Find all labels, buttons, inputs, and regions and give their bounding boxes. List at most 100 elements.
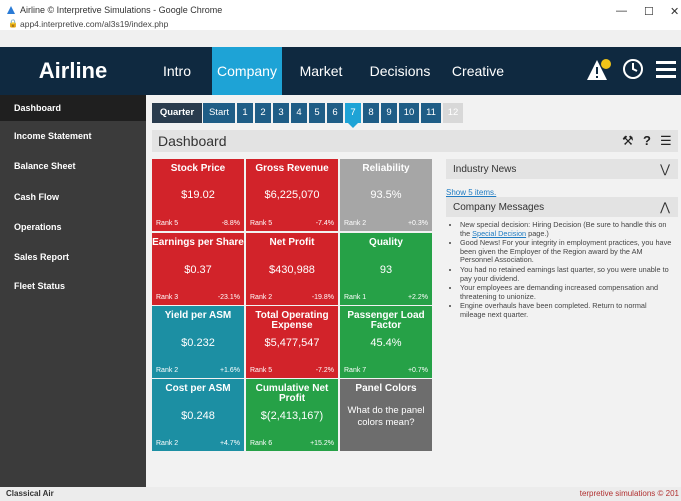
industry-news-header[interactable]: Industry News ⋁	[446, 159, 678, 179]
tile-value: $5,477,547	[264, 337, 320, 349]
sidebar-item-operations[interactable]: Operations	[0, 214, 146, 240]
tools-icon[interactable]: ⚒	[622, 133, 634, 149]
main-content: Quarter Start 1 2 3 4 5 6 7 8 9 10 11 12…	[146, 95, 681, 487]
tile-value: $(2,413,167)	[260, 410, 324, 422]
industry-news-title: Industry News	[453, 164, 517, 175]
quarter-button-10[interactable]: 10	[399, 103, 419, 123]
tile-cumulative-net-profit[interactable]: Cumulative Net Profit $(2,413,167) Rank …	[246, 379, 338, 451]
quarter-button-2[interactable]: 2	[255, 103, 271, 123]
page-title: Dashboard	[158, 133, 227, 149]
special-decision-link[interactable]: Special Decision	[472, 229, 526, 238]
tile-title: Cost per ASM	[165, 383, 231, 394]
quarter-button-7[interactable]: 7	[345, 103, 361, 123]
tile-title: Passenger Load Factor	[347, 310, 425, 331]
tile-change: -19.8%	[311, 294, 334, 301]
quarter-button-1[interactable]: 1	[237, 103, 253, 123]
tile-yield-per-asm[interactable]: Yield per ASM $0.232 Rank 2 +1.6%	[152, 306, 244, 378]
quarter-button-8[interactable]: 8	[363, 103, 379, 123]
maximize-icon[interactable]: ☐	[644, 5, 654, 18]
tile-reliability[interactable]: Reliability 93.5% Rank 2 +0.3%	[340, 159, 432, 231]
quarter-button-4[interactable]: 4	[291, 103, 307, 123]
tile-value: $0.232	[181, 337, 215, 349]
tile-rank: Rank 2	[156, 440, 179, 447]
window-title: Airline © Interpretive Simulations - Goo…	[20, 5, 223, 15]
app-header: Airline Intro Company Market Decisions C…	[0, 47, 681, 95]
status-bar: Classical Air terpretive simulations © 2…	[0, 487, 681, 501]
sidebar-item-fleet-status[interactable]: Fleet Status	[0, 273, 146, 299]
tile-change: +2.2%	[407, 294, 428, 301]
tile-value: $6,225,070	[264, 189, 320, 201]
list-menu-icon[interactable]: ☰	[660, 133, 672, 149]
quarter-button-5[interactable]: 5	[309, 103, 325, 123]
nav-creative[interactable]: Creative	[442, 47, 514, 95]
tile-change: -8.8%	[221, 220, 240, 227]
help-icon[interactable]: ?	[643, 133, 651, 148]
tile-panel-colors[interactable]: Panel Colors What do the panel colors me…	[340, 379, 432, 451]
tile-stock-price[interactable]: Stock Price $19.02 Rank 5 -8.8%	[152, 159, 244, 231]
chevron-double-down-icon[interactable]: ⋁	[660, 162, 670, 176]
chevron-double-up-icon[interactable]: ⋀	[660, 200, 670, 214]
tile-rank: Rank 7	[344, 367, 367, 374]
quarter-button-3[interactable]: 3	[273, 103, 289, 123]
tile-value: 45.4%	[370, 337, 402, 349]
tile-rank: Rank 6	[250, 440, 273, 447]
tile-value: $0.248	[181, 410, 215, 422]
nav-decisions[interactable]: Decisions	[360, 47, 440, 95]
tile-quality[interactable]: Quality 93 Rank 1 +2.2%	[340, 233, 432, 305]
tile-title: Net Profit	[269, 237, 315, 248]
tile-rank: Rank 5	[250, 220, 273, 227]
tile-change: +0.7%	[407, 367, 428, 374]
quarter-label: Quarter	[152, 103, 202, 123]
tile-title: Panel Colors	[355, 383, 417, 394]
tile-title: Quality	[369, 237, 403, 248]
tile-net-profit[interactable]: Net Profit $430,988 Rank 2 -19.8%	[246, 233, 338, 305]
history-icon[interactable]	[621, 57, 645, 87]
message-item: Your employees are demanding increased c…	[460, 283, 674, 301]
tile-change: +4.7%	[219, 440, 240, 447]
copyright-text: terpretive simulations © 201	[579, 489, 679, 498]
news-panel: Industry News ⋁ Show 5 items. Company Me…	[446, 159, 678, 321]
quarter-start-button[interactable]: Start	[203, 103, 235, 123]
tile-value: $19.02	[181, 189, 215, 201]
alert-icon[interactable]	[586, 59, 612, 89]
tile-rank: Rank 1	[344, 294, 367, 301]
nav-company[interactable]: Company	[212, 47, 282, 95]
tile-earnings-per-share[interactable]: Earnings per Share $0.37 Rank 3 -23.1%	[152, 233, 244, 305]
tile-value: $0.37	[184, 264, 212, 276]
quarter-button-6[interactable]: 6	[327, 103, 343, 123]
sidebar-item-cash-flow[interactable]: Cash Flow	[0, 184, 146, 210]
tile-value: 93.5%	[370, 189, 402, 201]
active-quarter-pointer	[348, 123, 358, 128]
company-messages-header[interactable]: Company Messages ⋀	[446, 197, 678, 217]
show-news-link[interactable]: Show 5 items.	[446, 188, 496, 197]
message-item: Engine overhauls have been completed. Re…	[460, 301, 674, 319]
tile-gross-revenue[interactable]: Gross Revenue $6,225,070 Rank 5 -7.4%	[246, 159, 338, 231]
sidebar-item-income-statement[interactable]: Income Statement	[0, 123, 146, 149]
tile-rank: Rank 3	[156, 294, 179, 301]
nav-intro[interactable]: Intro	[146, 47, 208, 95]
tile-title: Reliability	[362, 163, 410, 174]
tile-total-operating-expense[interactable]: Total Operating Expense $5,477,547 Rank …	[246, 306, 338, 378]
sidebar-item-dashboard[interactable]: Dashboard	[0, 95, 146, 121]
tile-rank: Rank 2	[156, 367, 179, 374]
tile-change: +1.6%	[219, 367, 240, 374]
quarter-button-11[interactable]: 11	[421, 103, 441, 123]
brand-logo[interactable]: Airline	[0, 47, 146, 95]
tile-change: -7.4%	[315, 220, 334, 227]
message-item: You had no retained earnings last quarte…	[460, 265, 674, 283]
tile-passenger-load-factor[interactable]: Passenger Load Factor 45.4% Rank 7 +0.7%	[340, 306, 432, 378]
quarter-button-9[interactable]: 9	[381, 103, 397, 123]
minimize-icon[interactable]: —	[616, 5, 627, 17]
menu-icon[interactable]	[655, 58, 677, 86]
close-icon[interactable]: ✕	[670, 5, 679, 18]
lock-icon: 🔒	[8, 19, 18, 28]
tile-value: $430,988	[269, 264, 315, 276]
tile-value: 93	[379, 264, 393, 276]
nav-market[interactable]: Market	[286, 47, 356, 95]
sidebar: Dashboard Income Statement Balance Sheet…	[0, 95, 146, 487]
sidebar-item-balance-sheet[interactable]: Balance Sheet	[0, 153, 146, 179]
sidebar-item-sales-report[interactable]: Sales Report	[0, 244, 146, 270]
browser-titlebar: Airline © Interpretive Simulations - Goo…	[0, 0, 681, 30]
tile-cost-per-asm[interactable]: Cost per ASM $0.248 Rank 2 +4.7%	[152, 379, 244, 451]
address-bar[interactable]: app4.interpretive.com/al3s19/index.php	[20, 19, 168, 29]
